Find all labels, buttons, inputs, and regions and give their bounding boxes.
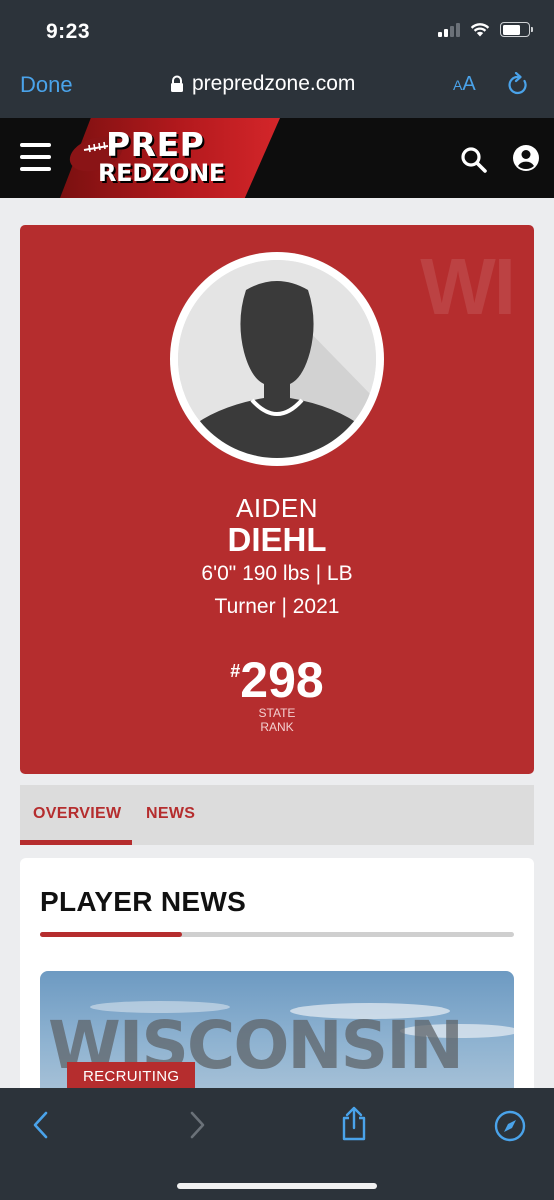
share-icon[interactable] <box>340 1106 368 1142</box>
address-bar[interactable]: prepredzone.com <box>170 72 355 96</box>
home-indicator[interactable] <box>177 1183 377 1189</box>
hamburger-menu-icon[interactable] <box>20 143 51 171</box>
default-profile-silhouette-icon <box>178 260 376 458</box>
done-button[interactable]: Done <box>20 72 73 98</box>
status-bar: 9:23 <box>0 0 554 60</box>
status-icons <box>438 22 533 37</box>
browser-top-bar: Done prepredzone.com AA <box>0 60 554 118</box>
tab-news[interactable]: NEWS <box>146 805 195 823</box>
aa-large-label: A <box>462 73 476 95</box>
player-school-year: Turner | 2021 <box>214 595 340 618</box>
rank-number: 298 <box>240 652 324 708</box>
rank-hash: # <box>230 661 241 681</box>
lock-icon <box>171 75 183 92</box>
state-rank: #298 <box>20 653 534 707</box>
rank-label: STATE RANK <box>20 706 534 734</box>
player-last-name: DIEHL <box>227 521 327 558</box>
active-tab-indicator <box>20 840 132 845</box>
forward-arrow-icon[interactable] <box>186 1110 208 1140</box>
url-text: prepredzone.com <box>192 72 356 95</box>
logo-text-redzone: REDZONE <box>98 159 225 187</box>
aa-small-label: A <box>453 77 463 93</box>
player-first-name: AIDEN <box>236 493 318 523</box>
status-time: 9:23 <box>46 20 91 43</box>
rank-label-state: STATE <box>258 706 296 720</box>
site-logo[interactable]: PREP REDZONE <box>68 128 238 190</box>
reload-icon[interactable] <box>506 72 530 98</box>
profile-tabs: OVERVIEW NEWS <box>20 785 534 845</box>
player-news-title: PLAYER NEWS <box>40 886 247 917</box>
state-watermark: WI <box>420 242 516 331</box>
player-profile-card: WI AIDEN DIEHL 6'0" 190 lbs | LB Turner … <box>20 225 534 774</box>
rank-label-rank: RANK <box>260 720 294 734</box>
section-divider <box>40 932 514 937</box>
cellular-signal-icon <box>438 22 460 37</box>
news-category-tag[interactable]: RECRUITING <box>67 1062 196 1091</box>
reader-text-size-button[interactable]: AA <box>453 73 476 96</box>
tab-overview[interactable]: OVERVIEW <box>33 805 121 823</box>
player-news-card: PLAYER NEWS WISCONSIN RECRUITING <box>20 858 534 1118</box>
battery-icon <box>500 22 533 37</box>
logo-text-prep: PREP <box>106 125 205 164</box>
player-measurables: 6'0" 190 lbs | LB <box>201 562 353 585</box>
back-arrow-icon[interactable] <box>30 1110 52 1140</box>
user-account-icon[interactable] <box>512 144 540 172</box>
compass-icon[interactable] <box>494 1110 526 1142</box>
search-icon[interactable] <box>460 146 488 174</box>
wifi-icon <box>470 23 490 37</box>
player-avatar <box>170 252 384 466</box>
